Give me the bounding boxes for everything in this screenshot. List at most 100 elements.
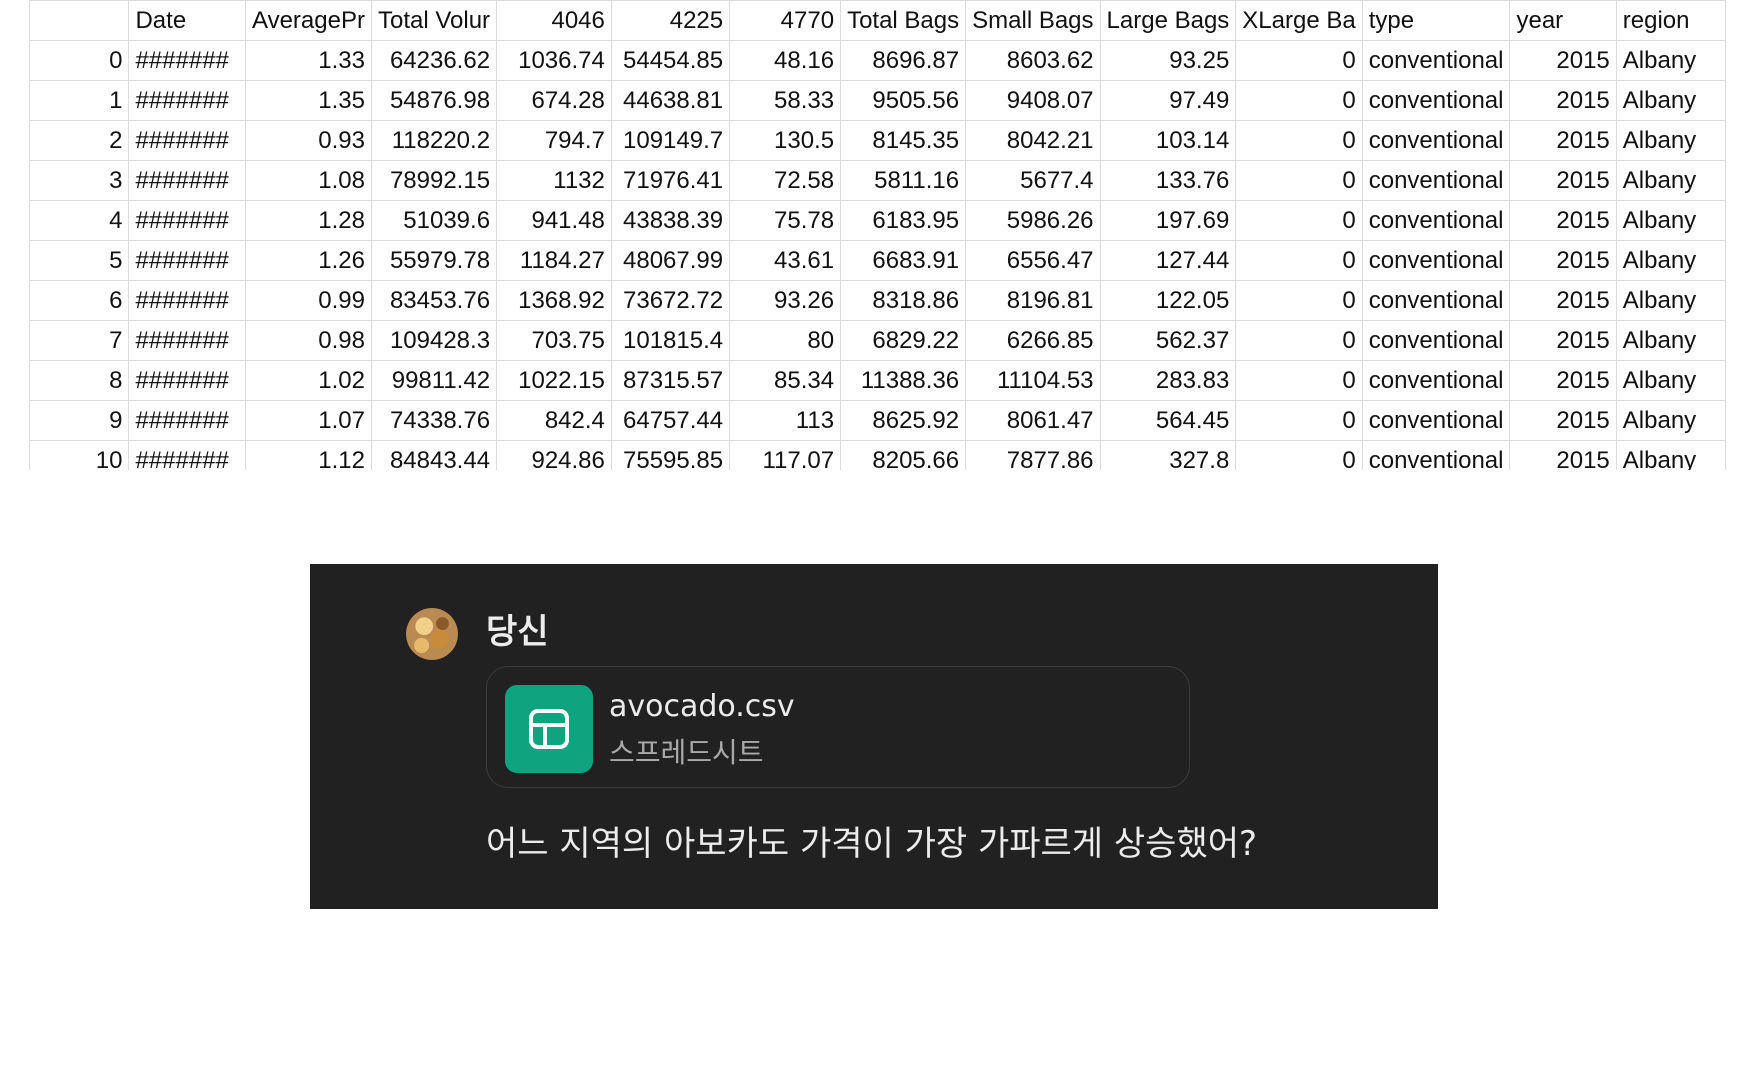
- column-header: Date: [128, 0, 246, 41]
- table-cell: 0.93: [245, 120, 372, 161]
- table-cell: 80: [729, 320, 842, 361]
- table-cell: 8205.66: [840, 440, 967, 470]
- table-cell: conventional: [1361, 400, 1511, 441]
- table-cell: 8696.87: [840, 40, 967, 81]
- table-cell: #######: [128, 320, 246, 361]
- table-cell: 2015: [1509, 360, 1617, 401]
- table-cell: Albany: [1615, 440, 1726, 470]
- table-cell: 794.7: [496, 120, 612, 161]
- table-cell: 0: [1235, 40, 1363, 81]
- table-cell: 64236.62: [370, 40, 498, 81]
- table-cell: 1.07: [245, 400, 372, 441]
- table-cell: 924.86: [496, 440, 612, 470]
- table-cell: 327.8: [1099, 440, 1237, 470]
- table-cell: 0: [1235, 280, 1363, 321]
- table-row: 3 ####### 1.08 78992.15 1132 71976.41 72.58 581…: [29, 160, 1726, 201]
- file-attachment[interactable]: avocado.csv 스프레드시트: [486, 666, 1190, 788]
- row-index: 10: [29, 440, 130, 470]
- table-cell: 78992.15: [370, 160, 498, 201]
- table-cell: 2015: [1509, 40, 1617, 81]
- file-name: avocado.csv: [609, 689, 795, 724]
- table-cell: 43.61: [729, 240, 842, 281]
- table-cell: 6266.85: [965, 320, 1101, 361]
- table-cell: 93.26: [729, 280, 842, 321]
- table-cell: 54876.98: [370, 80, 498, 121]
- table-cell: 7877.86: [965, 440, 1101, 470]
- table-cell: 2015: [1509, 120, 1617, 161]
- table-cell: 8196.81: [965, 280, 1101, 321]
- table-cell: 118220.2: [370, 120, 498, 161]
- table-cell: 117.07: [729, 440, 842, 470]
- table-cell: 1.02: [245, 360, 372, 401]
- row-index: 5: [29, 240, 130, 281]
- table-cell: 0: [1235, 440, 1363, 470]
- table-cell: Albany: [1615, 360, 1726, 401]
- table-cell: conventional: [1361, 200, 1511, 241]
- table-cell: 0.98: [245, 320, 372, 361]
- column-header: region: [1615, 0, 1726, 41]
- table-cell: 51039.6: [370, 200, 498, 241]
- table-cell: #######: [128, 360, 246, 401]
- table-cell: 71976.41: [610, 160, 731, 201]
- table-cell: 5986.26: [965, 200, 1101, 241]
- table-cell: 6183.95: [840, 200, 967, 241]
- table-cell: 109149.7: [610, 120, 731, 161]
- table-cell: 1184.27: [496, 240, 612, 281]
- table-cell: 1022.15: [496, 360, 612, 401]
- table-cell: Albany: [1615, 40, 1726, 81]
- table-cell: 2015: [1509, 440, 1617, 470]
- table-cell: 674.28: [496, 80, 612, 121]
- column-header: Small Bags: [965, 0, 1101, 41]
- table-row: 0 ####### 1.33 64236.62 1036.74 54454.85 48.16…: [29, 40, 1726, 81]
- message-text: 어느 지역의 아보카도 가격이 가장 가파르게 상승했어?: [486, 824, 1258, 864]
- table-cell: 83453.76: [370, 280, 498, 321]
- table-cell: 122.05: [1099, 280, 1237, 321]
- table-row: 1 ####### 1.35 54876.98 674.28 44638.81 58.33 9…: [29, 80, 1726, 121]
- table-row: 4 ####### 1.28 51039.6 941.48 43838.39 75.78 61…: [29, 200, 1726, 241]
- table-cell: 0: [1235, 160, 1363, 201]
- table-cell: 48.16: [729, 40, 842, 81]
- table-cell: 58.33: [729, 80, 842, 121]
- table-cell: 8042.21: [965, 120, 1101, 161]
- table-cell: 0: [1235, 80, 1363, 121]
- column-header: 4225: [610, 0, 731, 41]
- table-cell: 1368.92: [496, 280, 612, 321]
- spreadsheet-preview: Date AveragePr Total Volur 4046 4225 4770 Tota…: [29, 0, 1726, 470]
- table-cell: 85.34: [729, 360, 842, 401]
- table-cell: 2015: [1509, 320, 1617, 361]
- table-cell: #######: [128, 160, 246, 201]
- row-index: 7: [29, 320, 130, 361]
- table-cell: 109428.3: [370, 320, 498, 361]
- column-header: XLarge Ba: [1235, 0, 1363, 41]
- table-cell: Albany: [1615, 400, 1726, 441]
- table-cell: 941.48: [496, 200, 612, 241]
- table-cell: #######: [128, 240, 246, 281]
- table-cell: 75595.85: [610, 440, 731, 470]
- table-cell: 99811.42: [370, 360, 498, 401]
- table-cell: 73672.72: [610, 280, 731, 321]
- column-header: year: [1509, 0, 1617, 41]
- table-cell: 0: [1235, 120, 1363, 161]
- row-index: 6: [29, 280, 130, 321]
- table-cell: conventional: [1361, 240, 1511, 281]
- table-cell: Albany: [1615, 320, 1726, 361]
- table-cell: 8603.62: [965, 40, 1101, 81]
- table-cell: 2015: [1509, 280, 1617, 321]
- column-header: Total Bags: [840, 0, 967, 41]
- table-cell: 11388.36: [840, 360, 967, 401]
- table-cell: 197.69: [1099, 200, 1237, 241]
- table-cell: 842.4: [496, 400, 612, 441]
- table-cell: 1.12: [245, 440, 372, 470]
- table-row: 2 ####### 0.93 118220.2 794.7 109149.7 130.5 81…: [29, 120, 1726, 161]
- row-index: 3: [29, 160, 130, 201]
- table-header-row: Date AveragePr Total Volur 4046 4225 4770 Tota…: [29, 0, 1726, 41]
- table-cell: #######: [128, 400, 246, 441]
- column-header: Large Bags: [1099, 0, 1237, 41]
- table-cell: 0: [1235, 320, 1363, 361]
- table-cell: 55979.78: [370, 240, 498, 281]
- table-cell: #######: [128, 40, 246, 81]
- table-cell: 54454.85: [610, 40, 731, 81]
- table-cell: 1.33: [245, 40, 372, 81]
- table-cell: 6683.91: [840, 240, 967, 281]
- table-cell: conventional: [1361, 360, 1511, 401]
